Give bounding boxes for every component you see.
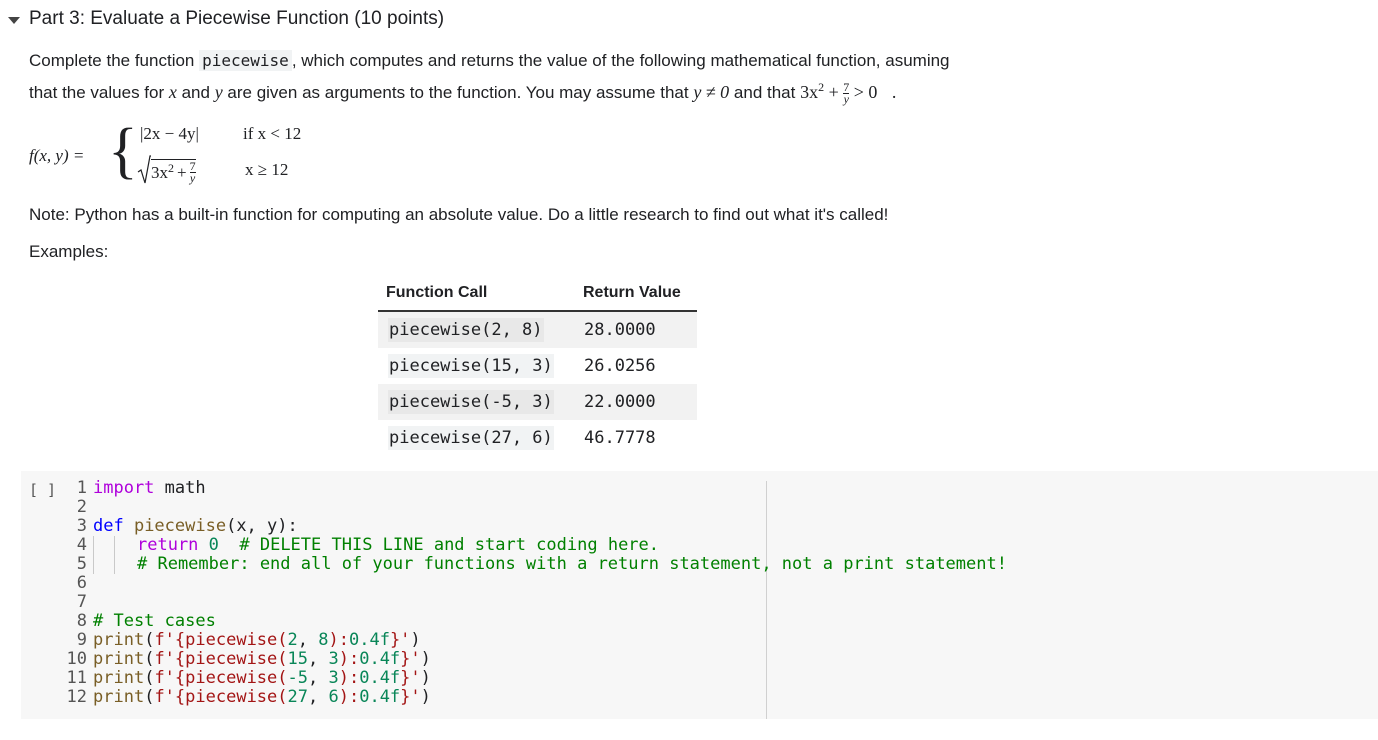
header-function-call: Function Call <box>386 283 488 301</box>
intro-line-1: Complete the function piecewise, which c… <box>29 50 950 71</box>
code-cell[interactable]: [ ] 1 import math 2 3 def piecewise (x, y):… <box>21 471 1378 719</box>
call-cell: piecewise(2, 8) <box>388 318 544 342</box>
value-cell: 46.7778 <box>584 428 656 448</box>
examples-table: Function Call Return Value piecewise(2, … <box>378 275 697 456</box>
math-y-not-zero: y ≠ 0 <box>693 82 730 102</box>
line-number: 4 <box>76 535 87 555</box>
code-editor[interactable]: 1 import math 2 3 def piecewise (x, y): 4 re… <box>61 479 1007 707</box>
intro-text: are given as arguments to the function. … <box>222 83 694 102</box>
math-case1-cond: if x < 12 <box>243 124 302 143</box>
math-condition: 3x2 + 7 y > 0 . <box>800 80 897 107</box>
line-number: 8 <box>76 611 87 631</box>
line-number: 6 <box>76 573 87 593</box>
table-row: piecewise(2, 8) 28.0000 <box>378 312 697 348</box>
line-number: 9 <box>76 630 87 650</box>
note-text: Note: Python has a built-in function for… <box>29 205 889 224</box>
table-header: Function Call Return Value <box>378 275 697 312</box>
line-number: 11 <box>66 668 87 688</box>
examples-label: Examples: <box>29 242 109 261</box>
value-cell: 28.0000 <box>584 320 656 340</box>
math-case2-expr: 3x 2 + 7 y <box>137 154 196 184</box>
math-case2-cond: x ≥ 12 <box>245 160 289 179</box>
line-number: 3 <box>76 516 87 536</box>
table-row: piecewise(-5, 3) 22.0000 <box>378 384 697 420</box>
line-number: 10 <box>66 649 87 669</box>
line-number: 5 <box>76 554 87 574</box>
value-cell: 26.0256 <box>584 356 656 376</box>
section-title: Part 3: Evaluate a Piecewise Function (1… <box>29 8 445 29</box>
sqrt-icon <box>137 155 151 184</box>
collapse-caret-icon[interactable] <box>8 16 20 24</box>
math-fxy: f(x, y) = <box>29 146 85 165</box>
intro-text: that the values for <box>29 83 169 102</box>
intro-line-2: that the values for x and y are given as… <box>29 80 896 105</box>
call-cell: piecewise(15, 3) <box>388 354 554 378</box>
math-var-y: y <box>214 82 223 102</box>
table-row: piecewise(27, 6) 46.7778 <box>378 420 697 456</box>
intro-text: Complete the function <box>29 51 200 70</box>
intro-text: and <box>176 83 215 102</box>
math-brace: { <box>108 117 138 185</box>
table-row: piecewise(15, 3) 26.0256 <box>378 348 697 384</box>
section-heading[interactable]: Part 3: Evaluate a Piecewise Function (1… <box>8 8 444 30</box>
value-cell: 22.0000 <box>584 392 656 412</box>
intro-text: and that <box>729 83 801 102</box>
line-number: 7 <box>76 592 87 612</box>
header-return-value: Return Value <box>583 283 681 301</box>
call-cell: piecewise(27, 6) <box>388 426 554 450</box>
line-number: 1 <box>76 478 87 498</box>
line-number: 12 <box>66 687 87 707</box>
line-number: 2 <box>76 497 87 517</box>
math-var-x: x <box>168 82 177 102</box>
inline-code-piecewise: piecewise <box>199 50 292 71</box>
run-cell-button[interactable]: [ ] <box>29 481 56 499</box>
intro-text: , which computes and returns the value o… <box>291 51 950 70</box>
call-cell: piecewise(-5, 3) <box>388 390 554 414</box>
math-case1-expr: |2x − 4y| <box>140 124 199 143</box>
